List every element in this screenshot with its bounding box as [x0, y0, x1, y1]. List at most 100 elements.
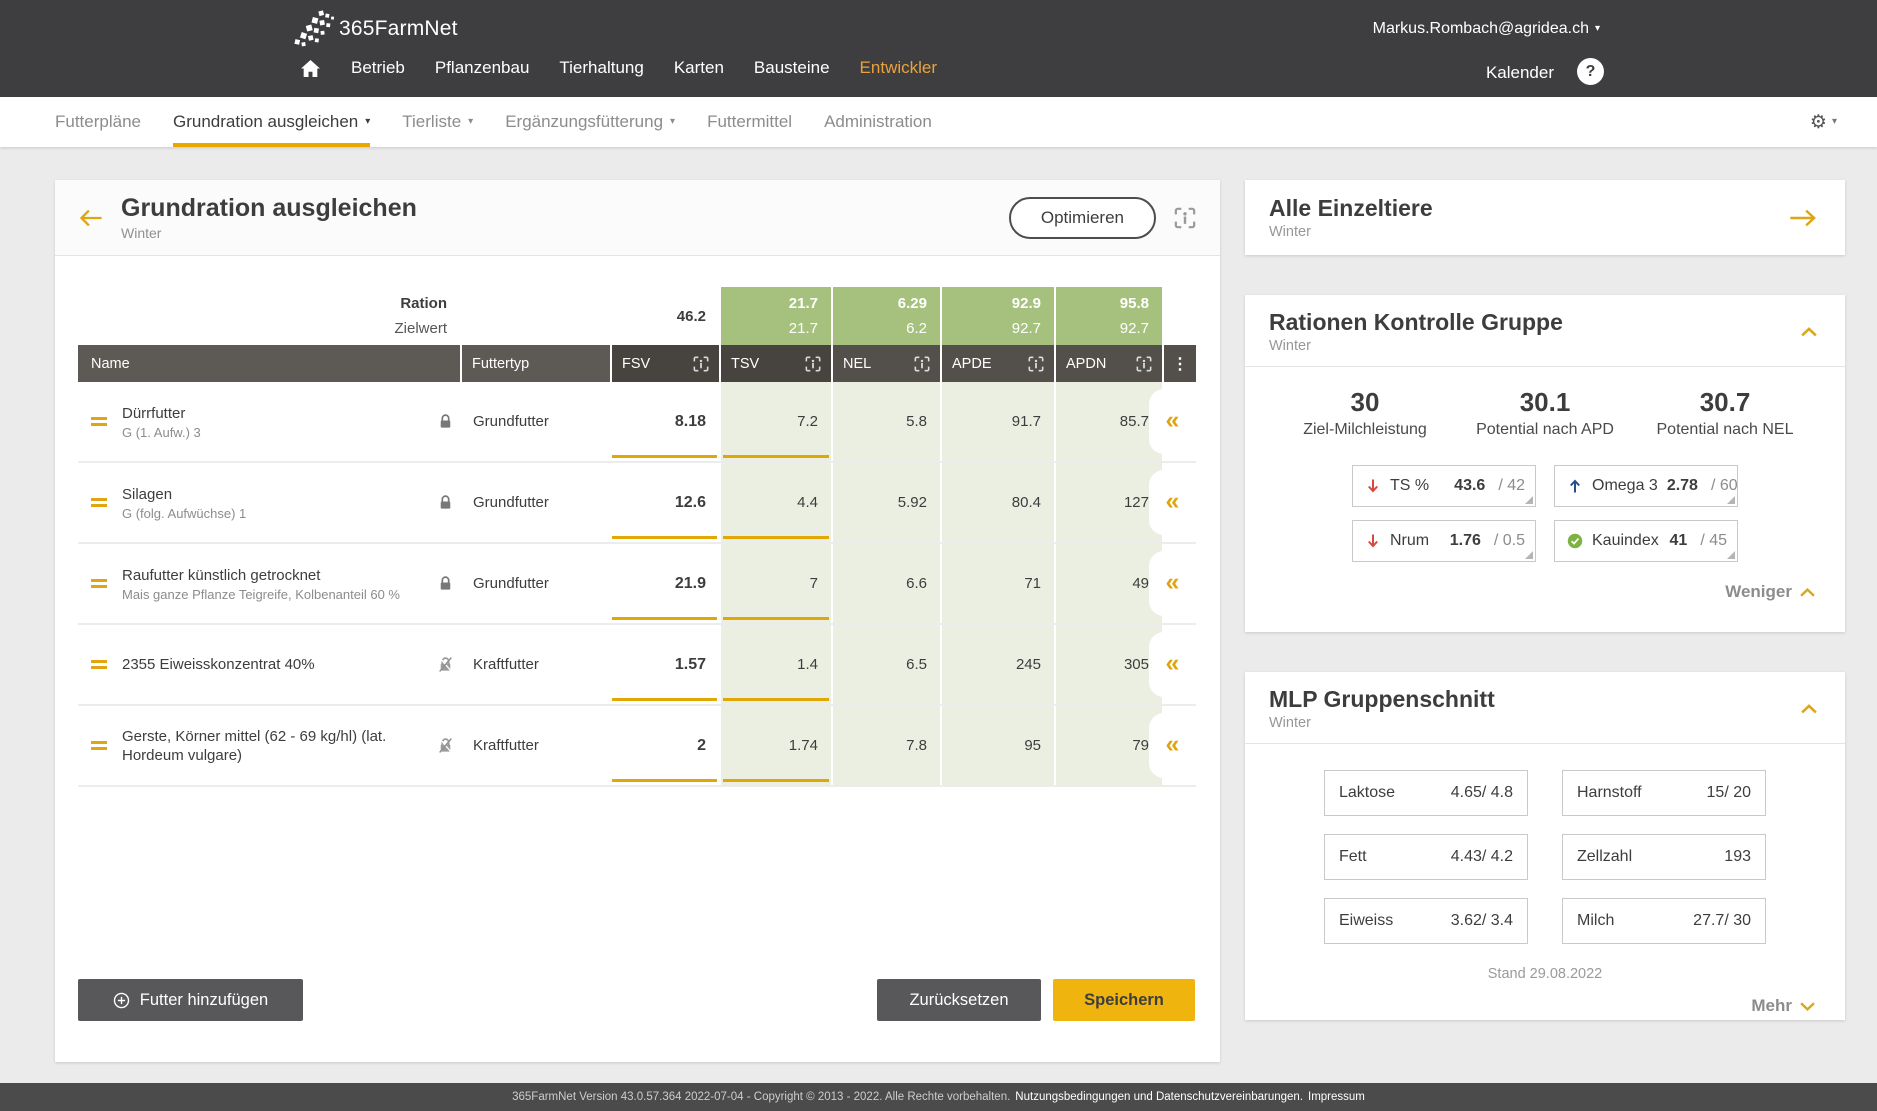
check-circle-icon [1567, 533, 1583, 549]
chip-ts[interactable]: TS % 43.6 / 42 [1352, 465, 1536, 507]
chip-milch[interactable]: Milch 27.7 / 30 [1562, 898, 1766, 944]
home-nav-item[interactable] [300, 59, 321, 78]
frame-info-icon[interactable] [1136, 356, 1152, 372]
feed-subtitle: G (folg. Aufwüchse) 1 [122, 506, 422, 521]
logo-icon [293, 10, 335, 48]
tab-tierliste[interactable]: Tierliste ▾ [402, 97, 473, 147]
settings-menu[interactable]: ⚙ ▾ [1810, 97, 1837, 147]
show-more-link[interactable]: Mehr [1245, 982, 1845, 1016]
lock-icon[interactable] [437, 494, 454, 511]
logo[interactable]: 365FarmNet [293, 10, 458, 48]
page-title: Grundration ausgleichen [121, 194, 417, 222]
drag-handle-icon[interactable] [91, 417, 107, 426]
nav-item-entwickler[interactable]: Entwickler [860, 58, 937, 78]
tab-futterplaene[interactable]: Futterpläne [55, 97, 141, 147]
tsv-input[interactable]: 4.4 [719, 463, 831, 542]
fsv-input[interactable]: 12.6 [610, 463, 719, 542]
gear-icon: ⚙ [1810, 111, 1827, 134]
help-icon[interactable]: ? [1577, 58, 1604, 85]
feed-type: Grundfutter [460, 463, 610, 542]
lock-icon[interactable] [437, 575, 454, 592]
drag-handle-icon[interactable] [91, 660, 107, 669]
tsv-input[interactable]: 7.2 [719, 382, 831, 461]
nav-item-pflanzenbau[interactable]: Pflanzenbau [435, 58, 530, 78]
table-row: Silagen G (folg. Aufwüchse) 1 Grundfutte… [78, 463, 1196, 544]
collapse-row-button[interactable]: « [1149, 551, 1196, 616]
fsv-input[interactable]: 1.57 [610, 625, 719, 704]
logo-text: 365FarmNet [339, 17, 458, 41]
kalender-link[interactable]: Kalender [1486, 63, 1554, 83]
total-apdn: 95.8 92.7 [1054, 287, 1162, 345]
chip-omega3[interactable]: Omega 3 2.78 / 60 [1554, 465, 1738, 507]
all-animals-panel[interactable]: Alle Einzeltiere Winter [1245, 180, 1845, 255]
nav-item-betrieb[interactable]: Betrieb [351, 58, 405, 78]
arrow-right-icon[interactable] [1789, 209, 1817, 227]
lock-disabled-icon[interactable] [437, 737, 454, 754]
mlp-chips: Laktose 4.65 / 4.8 Harnstoff 15 / 20 Fet… [1245, 770, 1845, 944]
feed-name: Silagen [122, 485, 422, 504]
tsv-input[interactable]: 1.74 [719, 706, 831, 785]
frame-info-icon[interactable] [1028, 356, 1044, 372]
tab-administration[interactable]: Administration [824, 97, 932, 147]
drag-handle-icon[interactable] [91, 498, 107, 507]
collapse-row-button[interactable]: « [1149, 632, 1196, 697]
drag-handle-icon[interactable] [91, 741, 107, 750]
chip-zellzahl[interactable]: Zellzahl 193 [1562, 834, 1766, 880]
lock-icon[interactable] [437, 413, 454, 430]
nel-value: 7.8 [831, 706, 940, 785]
drag-handle-icon[interactable] [91, 579, 107, 588]
nav-item-karten[interactable]: Karten [674, 58, 724, 78]
apde-value: 71 [940, 544, 1054, 623]
user-menu[interactable]: Markus.Rombach@agridea.ch ▾ [1373, 20, 1600, 38]
tab-futtermittel[interactable]: Futtermittel [707, 97, 792, 147]
tsv-input[interactable]: 7 [719, 544, 831, 623]
nav-item-bausteine[interactable]: Bausteine [754, 58, 830, 78]
feed-name: Gerste, Körner mittel (62 - 69 kg/hl) (l… [122, 727, 422, 765]
tabs: Futterpläne Grundration ausgleichen ▾ Ti… [55, 97, 932, 147]
ration-totals-row: Ration Zielwert 46.2 21.7 21.7 6.29 6.2 … [78, 287, 1196, 345]
chip-harnstoff[interactable]: Harnstoff 15 / 20 [1562, 770, 1766, 816]
footer: 365FarmNet Version 43.0.57.364 2022-07-0… [0, 1083, 1877, 1111]
feed-type: Grundfutter [460, 544, 610, 623]
nav-item-tierhaltung[interactable]: Tierhaltung [559, 58, 643, 78]
chip-nrum[interactable]: Nrum 1.76 / 0.5 [1352, 520, 1536, 562]
lock-disabled-icon[interactable] [437, 656, 454, 673]
frame-info-icon[interactable] [914, 356, 930, 372]
reset-button[interactable]: Zurücksetzen [877, 979, 1041, 1021]
tab-grundration-ausgleichen[interactable]: Grundration ausgleichen ▾ [173, 97, 370, 147]
topbar: 365FarmNet Markus.Rombach@agridea.ch ▾ B… [0, 0, 1877, 97]
arrow-up-icon [1567, 478, 1583, 494]
chip-kauindex[interactable]: Kauindex 41 / 45 [1554, 520, 1738, 562]
frame-info-icon[interactable] [805, 356, 821, 372]
feed-name: Raufutter künstlich getrocknet [122, 566, 422, 585]
collapse-row-button[interactable]: « [1149, 470, 1196, 535]
show-less-link[interactable]: Weniger [1245, 562, 1845, 602]
home-icon [300, 59, 321, 78]
collapse-row-button[interactable]: « [1149, 389, 1196, 454]
frame-info-icon[interactable] [1174, 207, 1196, 229]
chip-fett[interactable]: Fett 4.43 / 4.2 [1324, 834, 1528, 880]
feed-type: Grundfutter [460, 382, 610, 461]
add-feed-button[interactable]: Futter hinzufügen [78, 979, 303, 1021]
collapse-row-button[interactable]: « [1149, 713, 1196, 778]
collapse-panel-button[interactable] [1801, 704, 1817, 714]
column-menu-icon[interactable]: ⋮ [1162, 345, 1196, 382]
tab-ergaenzungsfuetterung[interactable]: Ergänzungsfütterung ▾ [505, 97, 675, 147]
tsv-input[interactable]: 1.4 [719, 625, 831, 704]
ration-total-fsv: 46.2 [677, 304, 706, 329]
chip-eiweiss[interactable]: Eiweiss 3.62 / 3.4 [1324, 898, 1528, 944]
footer-terms-link[interactable]: Nutzungsbedingungen und Datenschutzverei… [1015, 1091, 1303, 1103]
collapse-panel-button[interactable] [1801, 327, 1817, 337]
fsv-input[interactable]: 8.18 [610, 382, 719, 461]
stat-potential-apd: 30.1 Potential nach APD [1455, 387, 1635, 439]
chip-laktose[interactable]: Laktose 4.65 / 4.8 [1324, 770, 1528, 816]
fsv-input[interactable]: 2 [610, 706, 719, 785]
frame-info-icon[interactable] [693, 356, 709, 372]
back-arrow-icon[interactable] [79, 209, 103, 227]
save-button[interactable]: Speichern [1053, 979, 1195, 1021]
fsv-input[interactable]: 21.9 [610, 544, 719, 623]
caret-down-icon: ▾ [1832, 116, 1837, 127]
panel-subtitle: Winter [1269, 338, 1801, 354]
footer-impressum-link[interactable]: Impressum [1308, 1091, 1365, 1103]
optimize-button[interactable]: Optimieren [1009, 197, 1156, 239]
